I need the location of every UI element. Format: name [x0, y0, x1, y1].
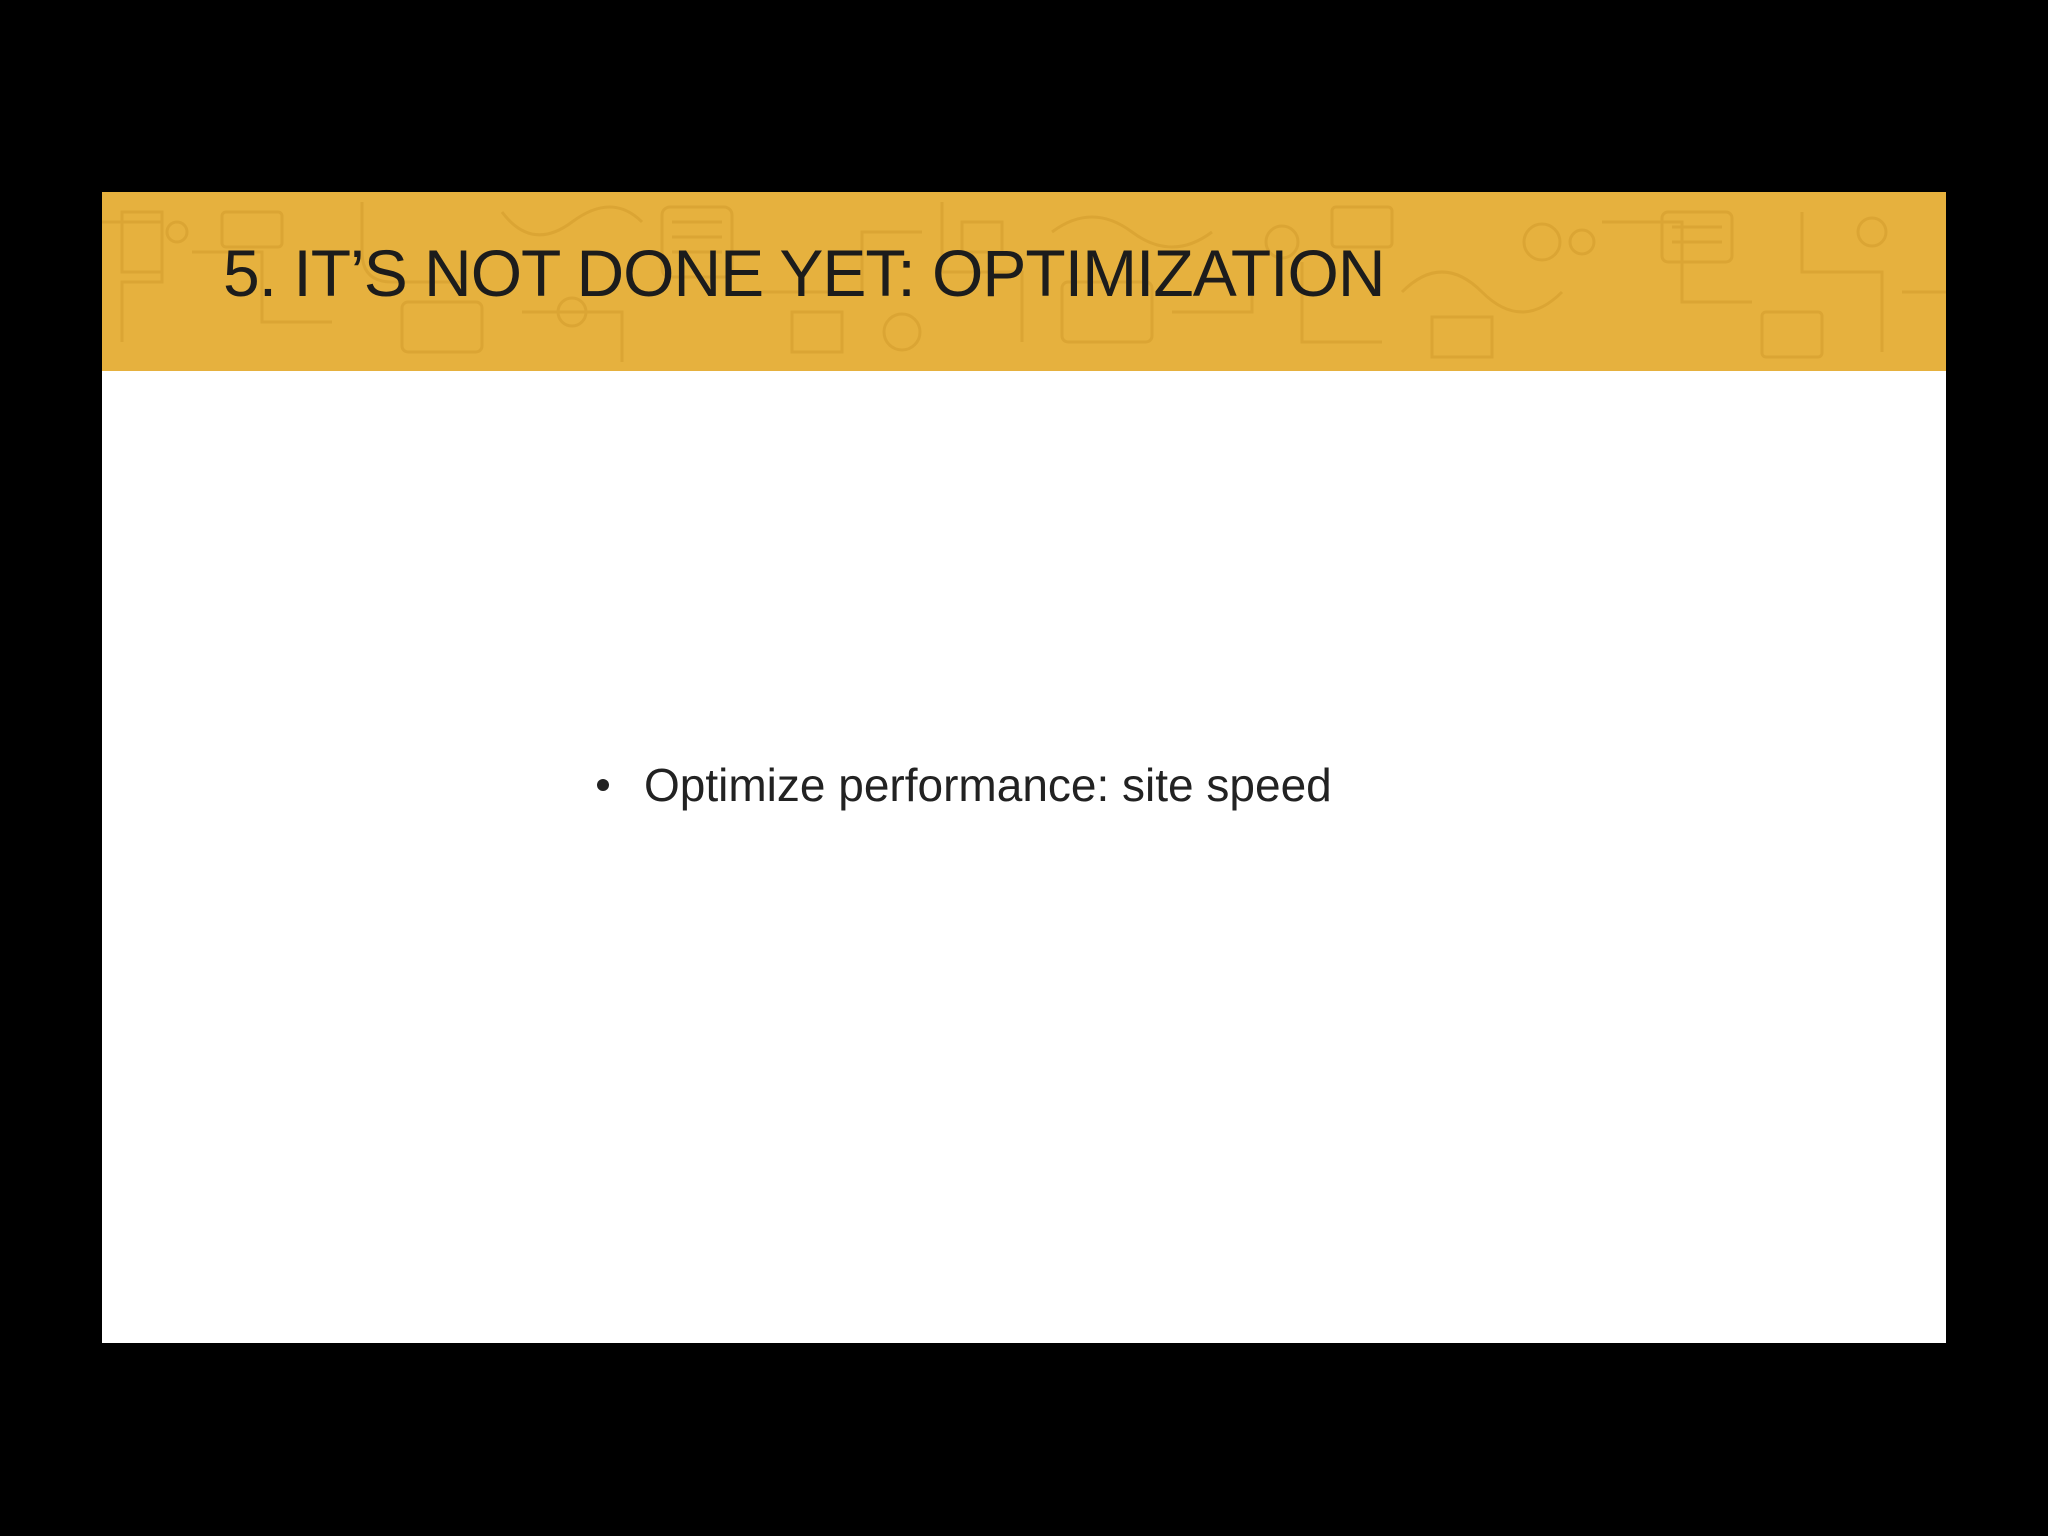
bullet-item: Optimize performance: site speed	[590, 758, 1332, 812]
slide-title: 5. IT’S NOT DONE YET: OPTIMIZATION	[223, 236, 1385, 310]
slide: 5. IT’S NOT DONE YET: OPTIMIZATION Optim…	[102, 192, 1946, 1343]
bullet-list: Optimize performance: site speed	[590, 758, 1332, 812]
title-bar: 5. IT’S NOT DONE YET: OPTIMIZATION	[102, 192, 1946, 371]
presentation-viewport: 5. IT’S NOT DONE YET: OPTIMIZATION Optim…	[0, 0, 2048, 1536]
bullet-dot-icon	[597, 779, 609, 791]
bullet-text: Optimize performance: site speed	[644, 759, 1332, 811]
